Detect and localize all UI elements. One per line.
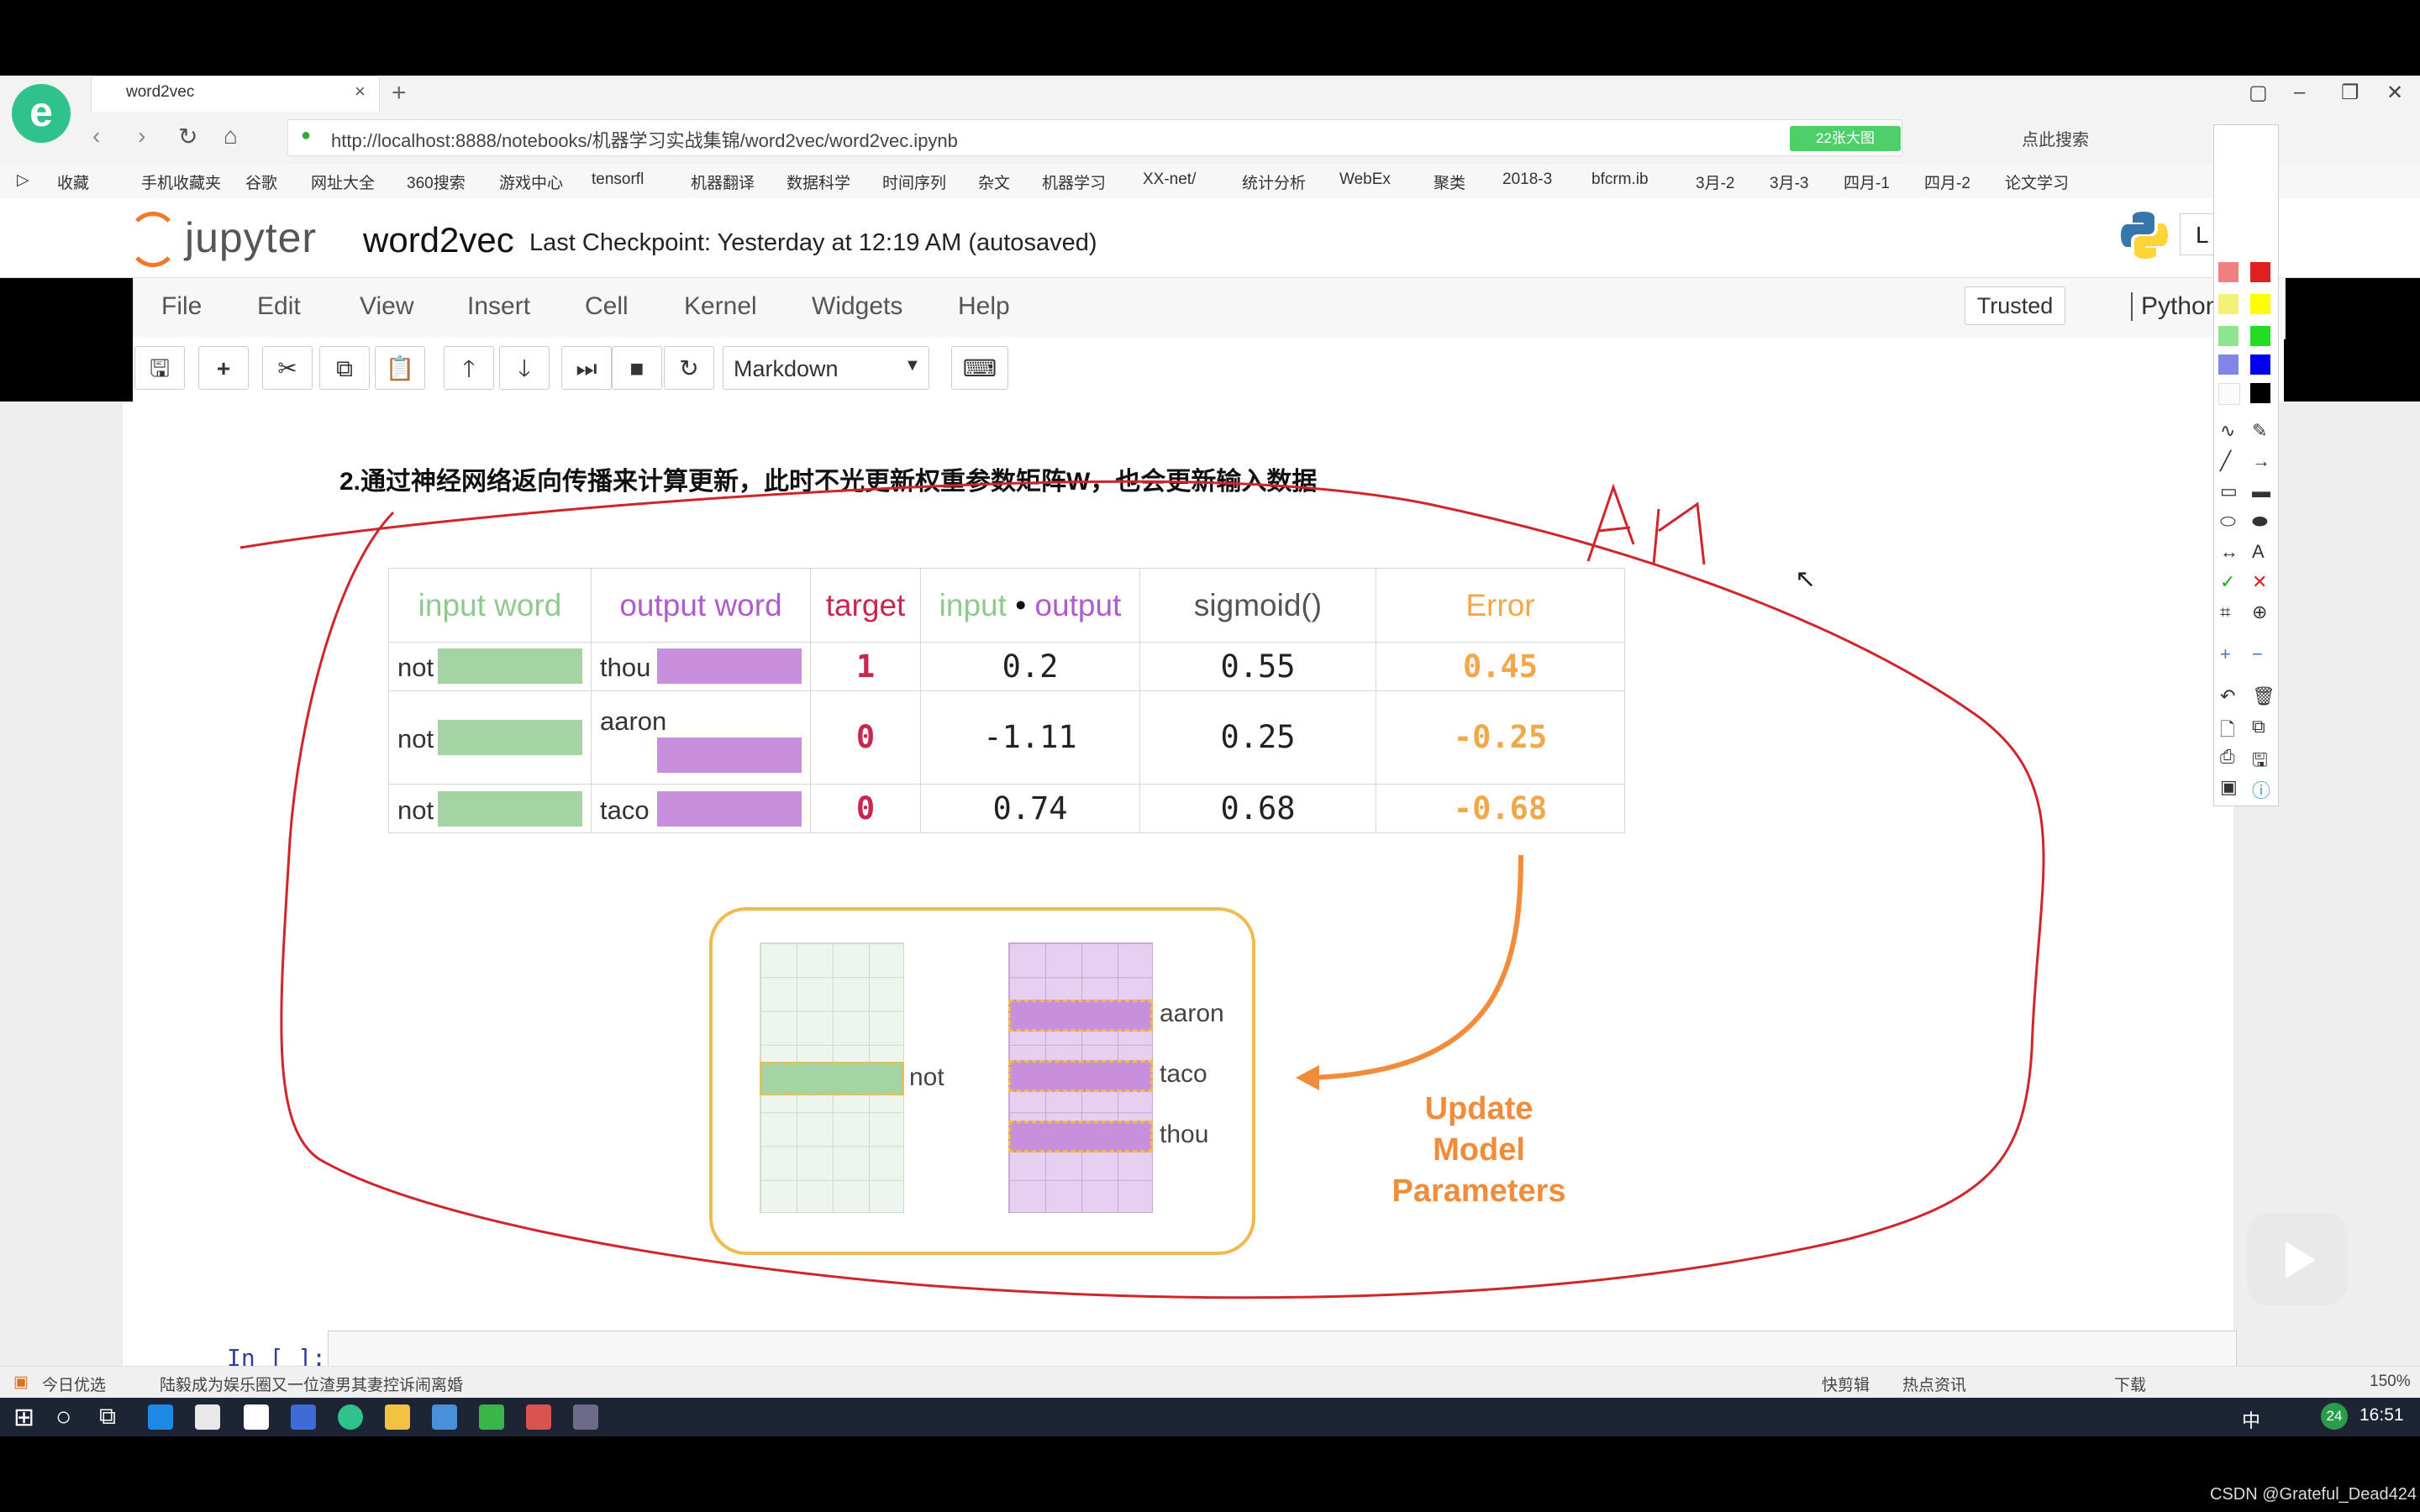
trash-icon[interactable]: 🗑 [2252,685,2275,707]
app-icon[interactable] [432,1404,457,1430]
app-icon[interactable] [291,1404,316,1430]
disk-icon[interactable]: 🖫 [2252,746,2268,778]
red-pen-annotation [239,480,2045,1299]
filled-ellipse-icon[interactable]: ⬬ [2252,511,2268,533]
color-swatch[interactable] [2218,354,2238,375]
color-swatch[interactable] [2250,326,2270,346]
play-icon[interactable] [2286,1242,2316,1278]
rectangle-tool-icon[interactable]: ▭ [2220,480,2238,502]
pen-tool-icon[interactable]: ∿ [2220,420,2235,442]
arrow-tool-icon[interactable]: → [2252,450,2270,472]
filled-rect-icon[interactable]: ▬ [2252,480,2270,502]
print-icon[interactable]: ⎙ [2220,746,2235,768]
color-swatch[interactable] [2218,326,2238,346]
explorer-icon[interactable] [385,1404,410,1430]
color-swatch[interactable] [2250,262,2270,282]
screen-icon[interactable]: ▣ [2220,776,2238,798]
status-news[interactable]: 陆毅成为娱乐圈又一位渣男其妻控诉闹离婚 [160,1373,463,1395]
info-icon[interactable]: ⓘ [2252,776,2270,803]
double-arrow-icon[interactable]: ↔ [2220,541,2238,563]
check-icon[interactable]: ✓ [2220,571,2235,593]
page-icon[interactable]: 🗋 [2220,716,2235,748]
cross-icon[interactable]: ✕ [2252,571,2267,593]
status-item[interactable]: 快剪辑 [1822,1373,1870,1395]
ime-indicator[interactable]: 中 [2242,1406,2260,1433]
store-icon[interactable] [195,1404,220,1430]
mouse-cursor-icon: ↖ [1795,565,1817,593]
pycharm-icon[interactable] [479,1404,504,1430]
gift-icon: ▣ [13,1373,29,1391]
minus-size-icon[interactable]: − [2252,643,2263,665]
windows-taskbar [0,1398,2420,1436]
status-item[interactable]: 热点资讯 [1902,1373,1966,1395]
edge-icon[interactable] [148,1404,173,1430]
zoom-icon[interactable]: ⊕ [2252,601,2267,623]
crop-icon[interactable]: ⌗ [2220,601,2230,623]
copy-page-icon[interactable]: ⧉ [2252,716,2265,738]
notification-badge[interactable]: 24 [2321,1403,2348,1430]
status-item[interactable]: 下载 [2114,1373,2146,1395]
browser-taskbar-icon[interactable] [338,1404,363,1430]
color-swatch[interactable] [2250,383,2270,403]
recorder-icon[interactable] [573,1404,598,1430]
windows-start-icon[interactable]: ⊞ [13,1403,34,1432]
color-swatch[interactable] [2218,383,2240,405]
zoom-level[interactable]: 150% [2370,1373,2411,1391]
taskbar-clock[interactable]: 16:51 [2360,1405,2404,1425]
color-swatch[interactable] [2218,294,2238,314]
color-swatch[interactable] [2218,262,2238,282]
plus-size-icon[interactable]: + [2220,643,2231,665]
app-icon[interactable] [526,1404,551,1430]
line-tool-icon[interactable]: ╱ [2220,450,2231,472]
mail-icon[interactable] [244,1404,269,1430]
text-tool-icon[interactable]: A [2252,541,2265,563]
color-swatch[interactable] [2250,354,2270,375]
watermark: CSDN @Grateful_Dead424 [2210,1485,2417,1504]
highlighter-icon[interactable]: ✎ [2252,420,2267,442]
ellipse-tool-icon[interactable]: ⬭ [2220,511,2236,533]
undo-icon[interactable]: ↶ [2220,685,2235,707]
color-swatch[interactable] [2250,294,2270,314]
search-icon[interactable]: ○ [55,1401,71,1432]
status-today-picks[interactable]: 今日优选 [42,1373,106,1395]
task-view-icon[interactable]: ⧉ [99,1403,116,1431]
